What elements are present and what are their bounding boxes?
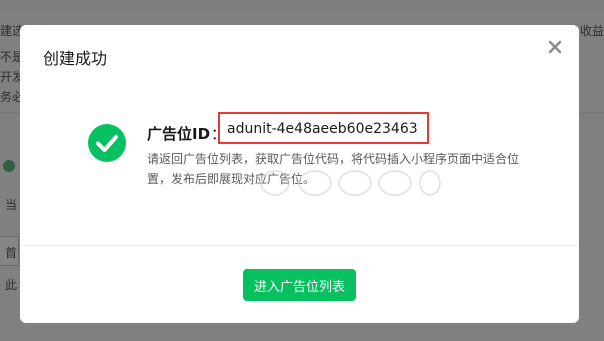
background-text: 收益 bbox=[580, 24, 604, 38]
background-text: 首 bbox=[5, 246, 18, 260]
go-to-ad-list-button[interactable]: 进入广告位列表 bbox=[243, 269, 356, 301]
background-text: 当 bbox=[5, 198, 18, 212]
dialog-description: 请返回广告位列表，获取广告位代码，将代码插入小程序页面中适合位置，发布后即展现对… bbox=[147, 152, 520, 186]
dialog-title: 创建成功 bbox=[43, 49, 108, 68]
background-text: 此 bbox=[5, 278, 18, 292]
dialog-divider bbox=[20, 245, 579, 246]
success-dialog: 创建成功 广告位ID ： adunit-4e48aeeb60e23463 请返回… bbox=[20, 25, 579, 323]
close-icon[interactable] bbox=[547, 39, 563, 55]
ad-unit-label: 广告位ID bbox=[147, 124, 211, 143]
background-radio bbox=[3, 160, 15, 172]
ad-unit-line: 广告位ID ： bbox=[147, 121, 229, 145]
ad-unit-id[interactable]: adunit-4e48aeeb60e23463 bbox=[227, 121, 418, 137]
check-circle-icon bbox=[88, 124, 126, 162]
